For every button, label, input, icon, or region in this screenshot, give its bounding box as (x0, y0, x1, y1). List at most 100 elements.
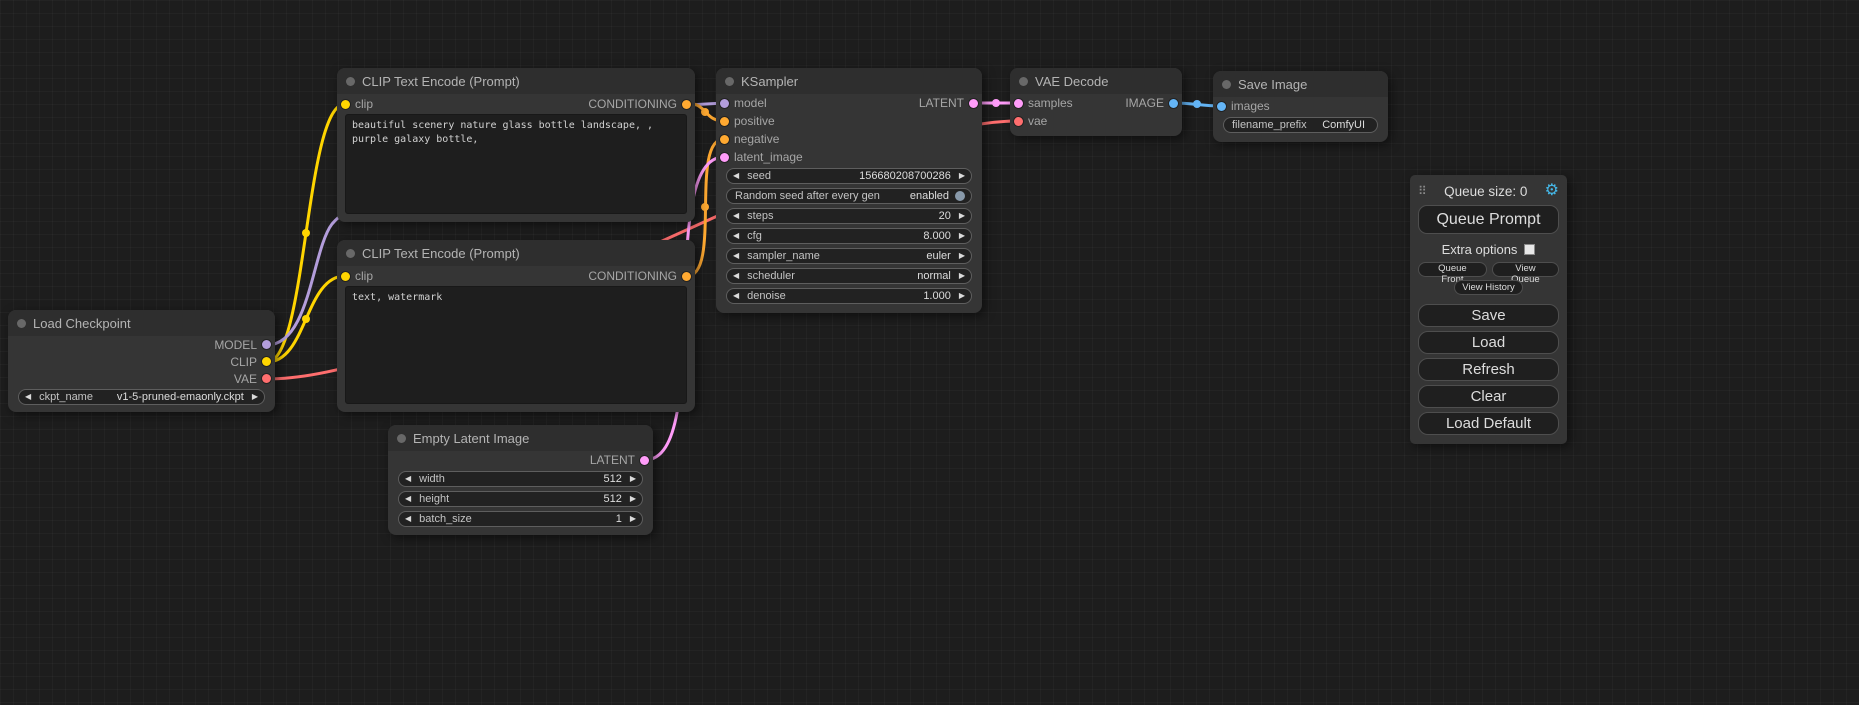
toggle-dot-icon[interactable] (955, 191, 965, 201)
clip-output-port[interactable] (262, 357, 271, 366)
width-widget[interactable]: ◀ width 512 ▶ (398, 471, 643, 487)
node-status-dot-icon[interactable] (1222, 80, 1231, 89)
increase-arrow-icon[interactable]: ▶ (959, 172, 965, 180)
settings-gear-icon[interactable]: ⚙ (1545, 183, 1559, 199)
save-button[interactable]: Save (1418, 304, 1559, 327)
random-seed-toggle[interactable]: Random seed after every gen enabled (726, 188, 972, 204)
image-output-port[interactable] (1169, 99, 1178, 108)
input-label-model: model (734, 96, 767, 110)
node-clip-text-encode-negative[interactable]: CLIP Text Encode (Prompt) clip CONDITION… (337, 240, 695, 412)
increase-arrow-icon[interactable]: ▶ (959, 252, 965, 260)
conditioning-output-port[interactable] (682, 100, 691, 109)
latent-output-port[interactable] (640, 456, 649, 465)
seed-widget[interactable]: ◀ seed 156680208700286 ▶ (726, 168, 972, 184)
images-input-port[interactable] (1217, 102, 1226, 111)
increase-arrow-icon[interactable]: ▶ (630, 475, 636, 483)
decrease-arrow-icon[interactable]: ◀ (733, 232, 739, 240)
increase-arrow-icon[interactable]: ▶ (959, 292, 965, 300)
steps-widget[interactable]: ◀ steps 20 ▶ (726, 208, 972, 224)
decrease-arrow-icon[interactable]: ◀ (405, 475, 411, 483)
decrease-arrow-icon[interactable]: ◀ (405, 515, 411, 523)
node-vae-decode[interactable]: VAE Decode samples IMAGE vae (1010, 68, 1182, 136)
decrease-arrow-icon[interactable]: ◀ (733, 212, 739, 220)
increase-arrow-icon[interactable]: ▶ (630, 495, 636, 503)
decrease-arrow-icon[interactable]: ◀ (733, 252, 739, 260)
node-title-bar[interactable]: Load Checkpoint (8, 310, 275, 336)
queue-front-button[interactable]: Queue Front (1418, 262, 1487, 277)
node-title-bar[interactable]: CLIP Text Encode (Prompt) (337, 68, 695, 94)
widget-label: Random seed after every gen (735, 190, 880, 202)
node-title-bar[interactable]: Save Image (1213, 71, 1388, 97)
node-empty-latent-image[interactable]: Empty Latent Image LATENT ◀ width 512 ▶ … (388, 425, 653, 535)
view-history-button[interactable]: View History (1454, 280, 1523, 295)
model-output-port[interactable] (262, 340, 271, 349)
queue-prompt-button[interactable]: Queue Prompt (1418, 205, 1559, 234)
node-status-dot-icon[interactable] (346, 249, 355, 258)
node-clip-text-encode-positive[interactable]: CLIP Text Encode (Prompt) clip CONDITION… (337, 68, 695, 222)
node-ksampler[interactable]: KSampler model LATENT positive negative … (716, 68, 982, 313)
menu-drag-handle-icon[interactable]: ⠿ (1418, 184, 1427, 198)
node-title-bar[interactable]: VAE Decode (1010, 68, 1182, 94)
output-label-latent: LATENT (590, 453, 635, 467)
node-save-image[interactable]: Save Image images filename_prefix ComfyU… (1213, 71, 1388, 142)
node-status-dot-icon[interactable] (725, 77, 734, 86)
output-label-image: IMAGE (1125, 96, 1164, 110)
increase-arrow-icon[interactable]: ▶ (630, 515, 636, 523)
node-status-dot-icon[interactable] (1019, 77, 1028, 86)
increase-arrow-icon[interactable]: ▶ (252, 393, 258, 401)
widget-label: batch_size (419, 513, 472, 525)
view-queue-button[interactable]: View Queue (1492, 262, 1559, 277)
decrease-arrow-icon[interactable]: ◀ (405, 495, 411, 503)
conditioning-output-port[interactable] (682, 272, 691, 281)
vae-output-port[interactable] (262, 374, 271, 383)
batch-size-widget[interactable]: ◀ batch_size 1 ▶ (398, 511, 643, 527)
latent-image-input-port[interactable] (720, 153, 729, 162)
node-title-bar[interactable]: CLIP Text Encode (Prompt) (337, 240, 695, 266)
input-label-vae: vae (1028, 114, 1047, 128)
scheduler-widget[interactable]: ◀ scheduler normal ▶ (726, 268, 972, 284)
clip-input-port[interactable] (341, 100, 350, 109)
node-load-checkpoint[interactable]: Load Checkpoint MODEL CLIP VAE ◀ ckpt_na… (8, 310, 275, 412)
samples-input-port[interactable] (1014, 99, 1023, 108)
extra-options-checkbox[interactable] (1524, 244, 1535, 255)
node-graph-canvas[interactable]: Load Checkpoint MODEL CLIP VAE ◀ ckpt_na… (0, 0, 1859, 705)
decrease-arrow-icon[interactable]: ◀ (733, 292, 739, 300)
load-button[interactable]: Load (1418, 331, 1559, 354)
ckpt-name-widget[interactable]: ◀ ckpt_name v1-5-pruned-emaonly.ckpt ▶ (18, 389, 265, 405)
model-input-port[interactable] (720, 99, 729, 108)
decrease-arrow-icon[interactable]: ◀ (733, 272, 739, 280)
node-title-bar[interactable]: KSampler (716, 68, 982, 94)
positive-prompt-textarea[interactable]: beautiful scenery nature glass bottle la… (345, 114, 687, 214)
node-status-dot-icon[interactable] (346, 77, 355, 86)
increase-arrow-icon[interactable]: ▶ (959, 212, 965, 220)
height-widget[interactable]: ◀ height 512 ▶ (398, 491, 643, 507)
vae-input-port[interactable] (1014, 117, 1023, 126)
latent-output-port[interactable] (969, 99, 978, 108)
negative-prompt-textarea[interactable]: text, watermark (345, 286, 687, 404)
cfg-widget[interactable]: ◀ cfg 8.000 ▶ (726, 228, 972, 244)
widget-label: height (419, 493, 449, 505)
clip-input-port[interactable] (341, 272, 350, 281)
node-title: CLIP Text Encode (Prompt) (362, 74, 520, 89)
positive-input-port[interactable] (720, 117, 729, 126)
widget-label: sampler_name (747, 250, 820, 262)
clear-button[interactable]: Clear (1418, 385, 1559, 408)
denoise-widget[interactable]: ◀ denoise 1.000 ▶ (726, 288, 972, 304)
history-buttons-row: View History (1418, 280, 1559, 295)
refresh-button[interactable]: Refresh (1418, 358, 1559, 381)
node-title-bar[interactable]: Empty Latent Image (388, 425, 653, 451)
output-label-conditioning: CONDITIONING (588, 97, 677, 111)
sampler-name-widget[interactable]: ◀ sampler_name euler ▶ (726, 248, 972, 264)
input-label-clip: clip (355, 97, 373, 111)
increase-arrow-icon[interactable]: ▶ (959, 272, 965, 280)
increase-arrow-icon[interactable]: ▶ (959, 232, 965, 240)
node-status-dot-icon[interactable] (17, 319, 26, 328)
load-default-button[interactable]: Load Default (1418, 412, 1559, 435)
widget-label: ckpt_name (39, 391, 93, 403)
decrease-arrow-icon[interactable]: ◀ (25, 393, 31, 401)
link-midpoint-dot (1193, 100, 1201, 108)
filename-prefix-widget[interactable]: filename_prefix ComfyUI (1223, 117, 1378, 133)
node-status-dot-icon[interactable] (397, 434, 406, 443)
negative-input-port[interactable] (720, 135, 729, 144)
decrease-arrow-icon[interactable]: ◀ (733, 172, 739, 180)
